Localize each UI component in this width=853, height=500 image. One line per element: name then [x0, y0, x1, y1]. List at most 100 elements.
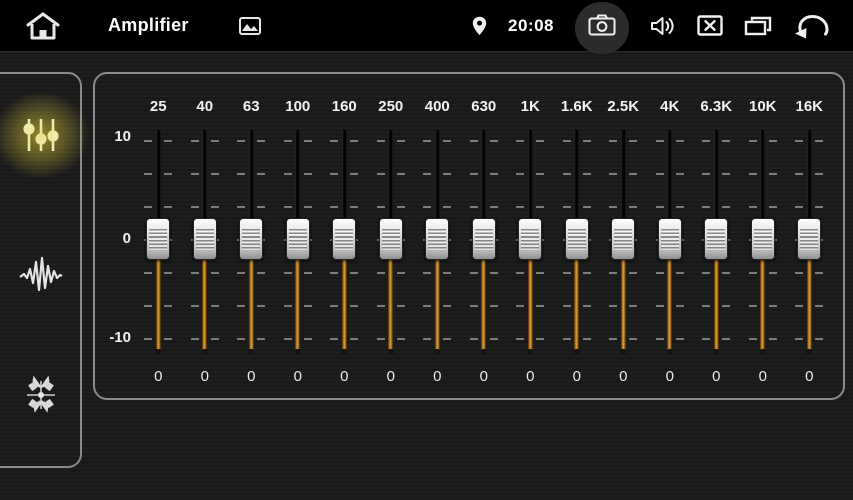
band-slider[interactable]: [135, 130, 182, 354]
band-freq-label: 400: [414, 98, 461, 115]
band-value: 0: [554, 368, 601, 385]
slider-track-cap: [248, 349, 254, 354]
band-freq-label: 16K: [786, 98, 833, 115]
slider-knob[interactable]: [239, 218, 263, 260]
band-value: 0: [507, 368, 554, 385]
band-slider[interactable]: [182, 130, 229, 354]
sidebar-item-sound-effect[interactable]: [12, 246, 70, 304]
band-slider[interactable]: [368, 130, 415, 354]
band-slider[interactable]: [414, 130, 461, 354]
sidebar-item-balance-fader[interactable]: [12, 366, 70, 424]
band-freq-label: 10K: [740, 98, 787, 115]
slider-track-cap: [620, 349, 626, 354]
top-status-bar: Amplifier 20:08: [0, 0, 853, 52]
gallery-icon: [239, 17, 261, 35]
slider-knob[interactable]: [425, 218, 449, 260]
slider-knob[interactable]: [797, 218, 821, 260]
slider-track-cap: [713, 349, 719, 354]
slider-knob[interactable]: [565, 218, 589, 260]
scale-label-max: 10: [95, 128, 131, 145]
slider-knob[interactable]: [472, 218, 496, 260]
page-title: Amplifier: [108, 15, 189, 36]
eq-band: 4K 0: [647, 74, 694, 398]
band-slider[interactable]: [647, 130, 694, 354]
band-value: 0: [786, 368, 833, 385]
band-freq-label: 630: [461, 98, 508, 115]
slider-track-cap: [574, 349, 580, 354]
band-slider[interactable]: [321, 130, 368, 354]
close-app-icon: [697, 15, 723, 36]
eq-band: 40 0: [182, 74, 229, 398]
band-freq-label: 1.6K: [554, 98, 601, 115]
band-value: 0: [740, 368, 787, 385]
slider-knob[interactable]: [704, 218, 728, 260]
equalizer-panel: 10 0 -10 25 0 40: [93, 72, 845, 400]
slider-knob[interactable]: [146, 218, 170, 260]
band-freq-label: 6.3K: [693, 98, 740, 115]
band-slider[interactable]: [461, 130, 508, 354]
band-value: 0: [368, 368, 415, 385]
volume-button[interactable]: [650, 15, 676, 37]
band-value: 0: [647, 368, 694, 385]
slider-knob[interactable]: [193, 218, 217, 260]
volume-icon: [650, 15, 676, 37]
band-freq-label: 25: [135, 98, 182, 115]
eq-band: 400 0: [414, 74, 461, 398]
band-slider[interactable]: [507, 130, 554, 354]
band-slider[interactable]: [786, 130, 833, 354]
recent-apps-button[interactable]: [744, 15, 772, 37]
band-slider[interactable]: [554, 130, 601, 354]
slider-knob[interactable]: [751, 218, 775, 260]
recent-apps-icon: [744, 15, 772, 37]
band-slider[interactable]: [228, 130, 275, 354]
eq-band: 1K 0: [507, 74, 554, 398]
band-freq-label: 160: [321, 98, 368, 115]
slider-track-cap: [295, 349, 301, 354]
slider-knob[interactable]: [611, 218, 635, 260]
gallery-button[interactable]: [239, 17, 261, 35]
band-freq-label: 250: [368, 98, 415, 115]
sidebar-item-equalizer[interactable]: [12, 106, 70, 164]
slider-track-cap: [481, 349, 487, 354]
back-button[interactable]: [793, 13, 831, 39]
band-freq-label: 4K: [647, 98, 694, 115]
eq-band: 2.5K 0: [600, 74, 647, 398]
home-icon: [26, 11, 60, 41]
band-slider[interactable]: [693, 130, 740, 354]
band-value: 0: [600, 368, 647, 385]
location-icon: [472, 16, 487, 36]
eq-band: 6.3K 0: [693, 74, 740, 398]
band-freq-label: 100: [275, 98, 322, 115]
band-slider[interactable]: [600, 130, 647, 354]
band-freq-label: 63: [228, 98, 275, 115]
equalizer-icon: [21, 113, 61, 157]
home-button[interactable]: [26, 11, 60, 41]
eq-band: 630 0: [461, 74, 508, 398]
band-slider[interactable]: [275, 130, 322, 354]
top-bar-right-group: 20:08: [472, 0, 831, 52]
eq-band: 16K 0: [786, 74, 833, 398]
band-freq-label: 1K: [507, 98, 554, 115]
waveform-icon: [19, 256, 63, 294]
eq-band: 1.6K 0: [554, 74, 601, 398]
clock: 20:08: [508, 16, 554, 36]
slider-knob[interactable]: [658, 218, 682, 260]
slider-knob[interactable]: [379, 218, 403, 260]
band-value: 0: [135, 368, 182, 385]
band-value: 0: [461, 368, 508, 385]
slider-knob[interactable]: [518, 218, 542, 260]
eq-band: 63 0: [228, 74, 275, 398]
screenshot-button[interactable]: [575, 2, 629, 54]
eq-band: 10K 0: [740, 74, 787, 398]
band-freq-label: 2.5K: [600, 98, 647, 115]
slider-knob[interactable]: [332, 218, 356, 260]
sidebar: [0, 72, 82, 468]
band-slider[interactable]: [740, 130, 787, 354]
slider-track-cap: [434, 349, 440, 354]
band-value: 0: [228, 368, 275, 385]
slider-knob[interactable]: [286, 218, 310, 260]
slider-track-cap: [667, 349, 673, 354]
slider-track-cap: [202, 349, 208, 354]
band-value: 0: [182, 368, 229, 385]
close-app-button[interactable]: [697, 15, 723, 36]
